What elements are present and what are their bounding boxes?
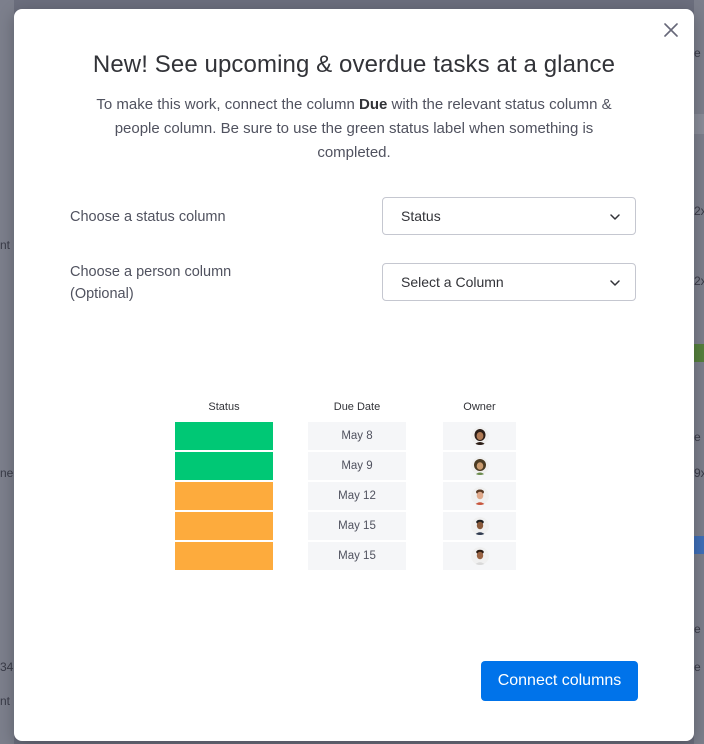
preview-date-cell: May 15: [308, 542, 406, 570]
chevron-down-icon: [610, 280, 620, 286]
preview-status-cell: [175, 542, 273, 570]
preview-owner-cell: [443, 512, 516, 540]
description-column-name: Due: [359, 96, 388, 113]
person-column-select[interactable]: Select a Column: [382, 263, 636, 301]
modal-title: New! See upcoming & overdue tasks at a g…: [92, 51, 616, 78]
feature-announcement-modal: New! See upcoming & overdue tasks at a g…: [14, 9, 694, 741]
board-status-fragment: [694, 344, 704, 362]
modal-description: To make this work, connect the column Du…: [76, 93, 632, 165]
board-fragment: e: [694, 430, 701, 444]
preview-date-cell: May 15: [308, 512, 406, 540]
preview-owner-cell: [443, 452, 516, 480]
person-column-label: Choose a person column (Optional): [70, 261, 231, 305]
avatar: [470, 487, 489, 505]
board-fragment: 9x: [694, 466, 704, 480]
board-fragment: 2x: [694, 274, 704, 288]
preview-owner-cell: [443, 482, 516, 510]
avatar: [470, 517, 489, 535]
status-column-select[interactable]: Status: [382, 197, 636, 235]
board-fragment: nt: [0, 694, 11, 708]
board-fragment: e: [694, 46, 701, 60]
person-column-optional-text: (Optional): [70, 286, 134, 302]
board-row-fragment: [694, 114, 704, 134]
avatar: [470, 427, 489, 445]
status-column-label: Choose a status column: [70, 209, 226, 225]
preview-owner-cell: [443, 422, 516, 450]
person-column-value: Select a Column: [401, 274, 504, 290]
board-fragment: e: [694, 660, 701, 674]
status-column-value: Status: [401, 208, 441, 224]
connect-columns-button[interactable]: Connect columns: [481, 661, 638, 701]
chevron-down-icon: [610, 214, 620, 220]
preview-header-status: Status: [208, 401, 240, 413]
avatar: [470, 547, 489, 565]
preview-header-owner: Owner: [463, 401, 496, 413]
preview-owner-cell: [443, 542, 516, 570]
close-icon: [664, 23, 678, 37]
preview-header-due-date: Due Date: [333, 401, 381, 413]
description-text: To make this work, connect the column: [96, 96, 359, 113]
preview-status-cell: [175, 512, 273, 540]
preview-date-cell: May 9: [308, 452, 406, 480]
board-fragment: 34: [0, 660, 14, 674]
board-fragment: e: [694, 622, 701, 636]
board-fragment: nt: [0, 238, 11, 252]
avatar: [470, 457, 489, 475]
preview-status-cell: [175, 422, 273, 450]
board-fragment: 2x: [694, 204, 704, 218]
person-column-label-text: Choose a person column: [70, 264, 232, 280]
preview-date-cell: May 8: [308, 422, 406, 450]
preview-status-cell: [175, 452, 273, 480]
board-left-edge: [0, 0, 14, 744]
preview-date-cell: May 12: [308, 482, 406, 510]
board-status-fragment: [694, 536, 704, 554]
preview-status-cell: [175, 482, 273, 510]
board-fragment: ne: [0, 466, 14, 480]
close-button[interactable]: [662, 21, 680, 39]
